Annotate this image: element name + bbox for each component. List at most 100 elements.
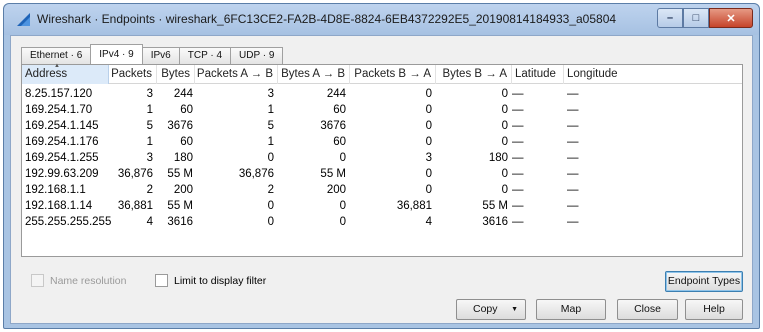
sort-ascending-icon: ▲: [54, 63, 60, 69]
cell-bytes: 60: [180, 136, 193, 148]
cell-bytes: 200: [173, 184, 193, 196]
limit-filter-label[interactable]: Limit to display filter: [174, 275, 266, 287]
cell-bytes-a-b: 0: [339, 200, 346, 212]
cell-bytes: 3676: [167, 120, 193, 132]
tab-udp[interactable]: UDP · 9: [230, 47, 284, 64]
cell-bytes-b-a: 0: [501, 120, 508, 132]
cell-bytes-b-a: 3616: [482, 216, 508, 228]
cell-bytes-a-b: 244: [326, 88, 346, 100]
tab-ipv4[interactable]: IPv4 · 9: [90, 44, 143, 64]
cell-bytes-a-b: 0: [339, 216, 346, 228]
map-button[interactable]: Map: [536, 299, 606, 320]
cell-address: 255.255.255.255: [25, 216, 112, 228]
table-row[interactable]: 192.99.63.209 36,876 55 M 36,876 55 M 0 0 — —: [22, 166, 742, 182]
cell-packets-a-b: 0: [267, 152, 274, 164]
cell-latitude: —: [512, 136, 524, 148]
cell-packets: 5: [146, 120, 153, 132]
cell-longitude: —: [567, 120, 579, 132]
column-header-packets-a-b[interactable]: Packets A → B: [195, 65, 278, 84]
cell-bytes-b-a: 0: [501, 136, 508, 148]
table-row[interactable]: 192.168.1.1 2 200 2 200 0 0 — —: [22, 182, 742, 198]
cell-bytes-b-a: 0: [501, 104, 508, 116]
dialog-body: Ethernet · 6 IPv4 · 9 IPv6 TCP · 4 UDP ·…: [10, 35, 753, 324]
cell-bytes: 60: [180, 104, 193, 116]
cell-packets-b-a: 0: [425, 184, 432, 196]
endpoints-table[interactable]: ▲ Address Packets Bytes Packets A → B By…: [21, 63, 743, 257]
cell-packets: 1: [146, 104, 153, 116]
limit-filter-checkbox[interactable]: [155, 274, 168, 287]
copy-label: Copy: [473, 303, 498, 315]
title-bar[interactable]: Wireshark · Endpoints · wireshark_6FC13C…: [4, 4, 759, 35]
column-header-label: Address: [25, 68, 68, 80]
table-row[interactable]: 8.25.157.120 3 244 3 244 0 0 — —: [22, 86, 742, 102]
endpoint-types-button[interactable]: Endpoint Types: [665, 271, 743, 292]
endpoints-window: Wireshark · Endpoints · wireshark_6FC13C…: [3, 3, 760, 329]
cell-latitude: —: [512, 104, 524, 116]
cell-bytes: 55 M: [167, 168, 193, 180]
cell-packets-a-b: 0: [267, 216, 274, 228]
column-header-latitude[interactable]: Latitude: [512, 65, 564, 84]
cell-bytes-b-a: 0: [501, 168, 508, 180]
table-row[interactable]: 255.255.255.255 4 3616 0 0 4 3616 — —: [22, 214, 742, 230]
cell-packets-a-b: 0: [267, 200, 274, 212]
table-row[interactable]: 169.254.1.176 1 60 1 60 0 0 — —: [22, 134, 742, 150]
cell-bytes: 3616: [167, 216, 193, 228]
cell-packets: 1: [146, 136, 153, 148]
table-header: ▲ Address Packets Bytes Packets A → B By…: [22, 63, 742, 84]
cell-address: 169.254.1.176: [25, 136, 99, 148]
cell-longitude: —: [567, 152, 579, 164]
cell-packets-a-b: 36,876: [238, 168, 274, 180]
cell-packets-a-b: 1: [267, 136, 274, 148]
cell-packets: 4: [146, 216, 153, 228]
cell-packets-b-a: 0: [425, 168, 432, 180]
cell-bytes: 180: [173, 152, 193, 164]
help-button[interactable]: Help: [685, 299, 743, 320]
window-title: Wireshark · Endpoints · wireshark_6FC13C…: [37, 12, 617, 26]
cell-bytes: 55 M: [167, 200, 193, 212]
column-header-packets-b-a[interactable]: Packets B → A: [350, 65, 436, 84]
cell-longitude: —: [567, 136, 579, 148]
column-header-bytes-b-a[interactable]: Bytes B → A: [436, 65, 512, 84]
cell-packets-b-a: 0: [425, 136, 432, 148]
cell-address: 8.25.157.120: [25, 88, 93, 100]
cell-bytes-a-b: 3676: [320, 120, 346, 132]
cell-address: 192.99.63.209: [25, 168, 99, 180]
column-header-packets[interactable]: Packets: [109, 65, 157, 84]
cell-longitude: —: [567, 216, 579, 228]
cell-bytes-a-b: 200: [326, 184, 346, 196]
cell-latitude: —: [512, 120, 524, 132]
column-header-bytes-a-b[interactable]: Bytes A → B: [278, 65, 350, 84]
column-header-longitude[interactable]: Longitude: [564, 65, 634, 84]
cell-latitude: —: [512, 216, 524, 228]
name-resolution-label: Name resolution: [50, 274, 127, 287]
column-header-address[interactable]: ▲ Address: [22, 63, 109, 84]
close-button[interactable]: Close: [617, 299, 678, 320]
cell-packets-b-a: 0: [425, 120, 432, 132]
cell-address: 169.254.1.255: [25, 152, 99, 164]
column-header-bytes[interactable]: Bytes: [157, 65, 195, 84]
cell-latitude: —: [512, 168, 524, 180]
cell-address: 169.254.1.145: [25, 120, 99, 132]
dropdown-arrow-icon: ▼: [511, 306, 518, 313]
cell-latitude: —: [512, 152, 524, 164]
name-resolution-checkbox: [31, 274, 44, 287]
tab-ipv6[interactable]: IPv6: [141, 47, 180, 64]
table-row[interactable]: 169.254.1.255 3 180 0 0 3 180 — —: [22, 150, 742, 166]
table-row[interactable]: 169.254.1.70 1 60 1 60 0 0 — —: [22, 102, 742, 118]
cell-packets: 3: [146, 152, 153, 164]
close-window-button[interactable]: ✕: [709, 8, 753, 28]
table-row[interactable]: 169.254.1.145 5 3676 5 3676 0 0 — —: [22, 118, 742, 134]
cell-address: 192.168.1.1: [25, 184, 86, 196]
tab-tcp[interactable]: TCP · 4: [178, 47, 232, 64]
cell-latitude: —: [512, 88, 524, 100]
cell-bytes-a-b: 60: [333, 136, 346, 148]
maximize-button[interactable]: □: [683, 8, 709, 28]
cell-longitude: —: [567, 168, 579, 180]
table-row[interactable]: 192.168.1.14 36,881 55 M 0 0 36,881 55 M — —: [22, 198, 742, 214]
cell-packets-a-b: 1: [267, 104, 274, 116]
cell-longitude: —: [567, 88, 579, 100]
cell-packets: 36,876: [117, 168, 153, 180]
copy-button[interactable]: Copy ▼: [456, 299, 526, 320]
minimize-button[interactable]: –: [657, 8, 683, 28]
cell-bytes-b-a: 55 M: [482, 200, 508, 212]
